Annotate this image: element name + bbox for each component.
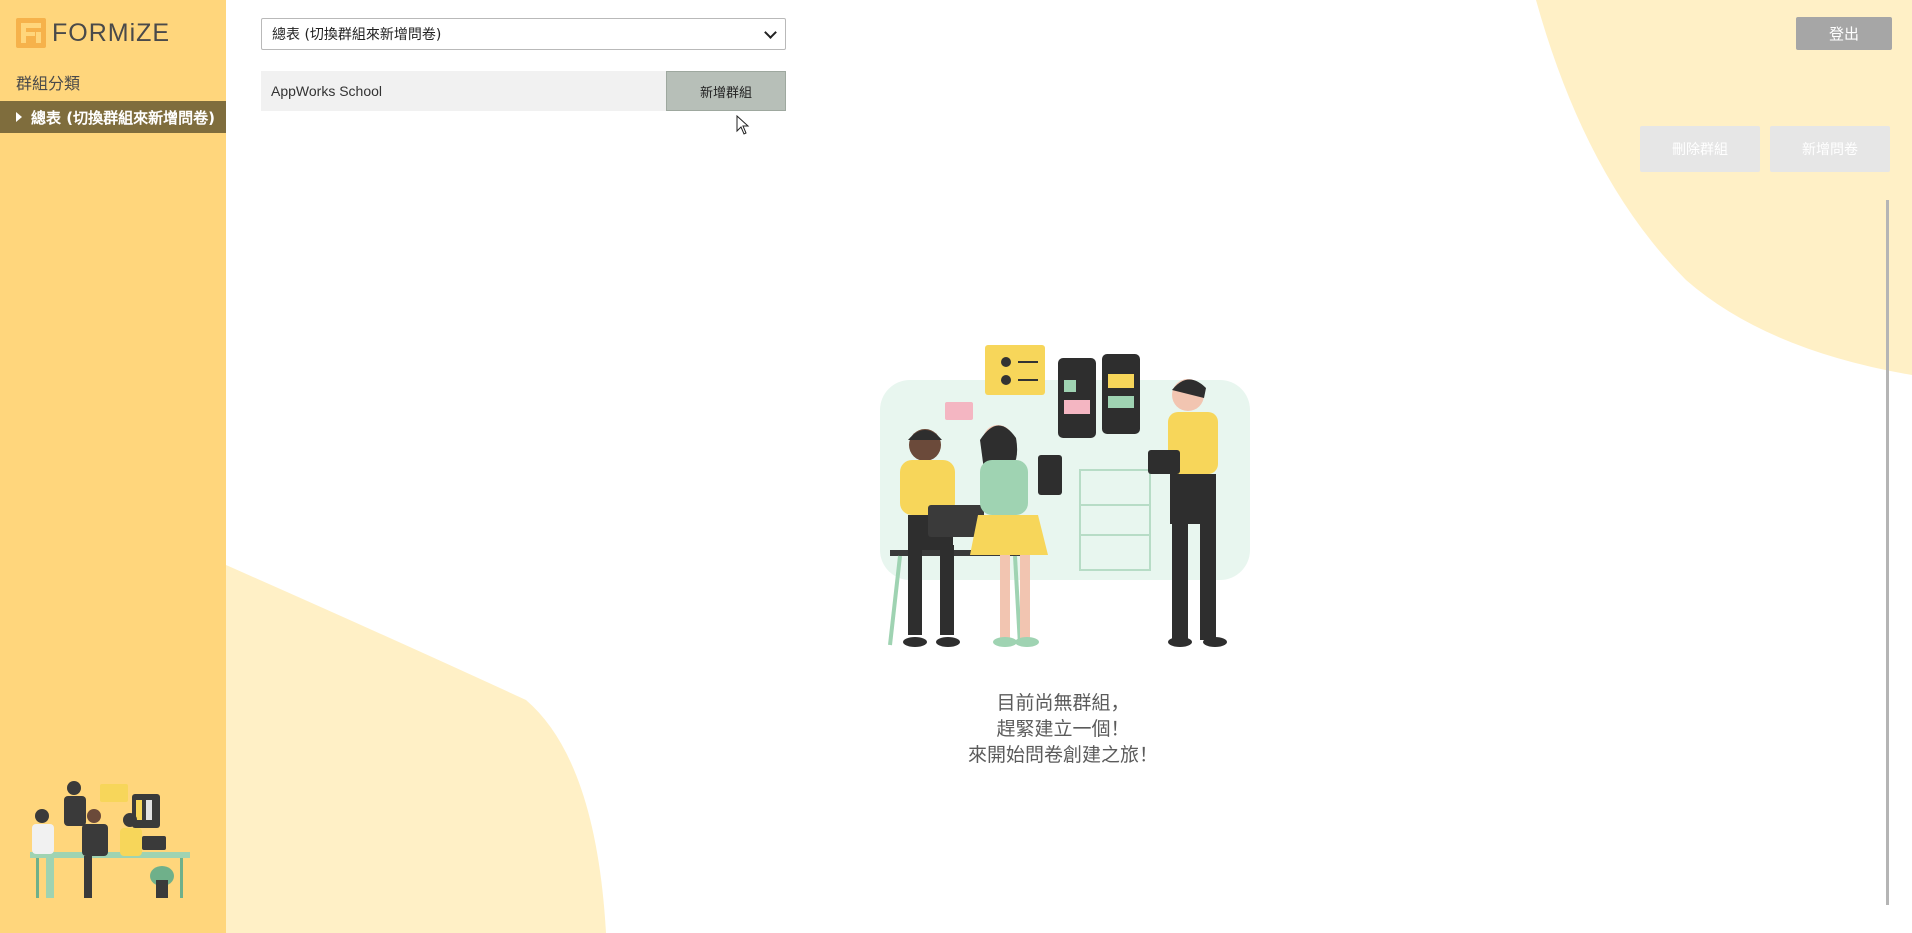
empty-state-message: 目前尚無群組， 趕緊建立一個！ 來開始問卷創建之旅！ [863, 690, 1263, 768]
empty-state-illustration [880, 345, 1250, 647]
sidebar-item-overview[interactable]: 總表 (切換群組來新增問卷) [0, 101, 226, 133]
scrollbar[interactable] [1886, 200, 1889, 905]
logout-button[interactable]: 登出 [1796, 17, 1892, 50]
empty-state-line: 趕緊建立一個！ [996, 718, 1130, 740]
group-select-value: 總表 (切換群組來新增問卷) [272, 27, 442, 43]
formize-logo-icon [16, 18, 46, 48]
empty-state-line: 來開始問卷創建之旅！ [967, 744, 1158, 766]
brand-logo[interactable]: FORMiZE [16, 16, 170, 50]
team-illustration [30, 781, 190, 898]
mouse-cursor-icon [736, 115, 750, 135]
add-group-button[interactable]: 新增群組 [666, 71, 786, 111]
brand-name: FORMiZE [52, 18, 171, 47]
empty-state-line: 目前尚無群組， [996, 692, 1130, 714]
caret-right-icon [16, 112, 22, 122]
sidebar-item-label: 總表 (切換群組來新增問卷) [31, 108, 215, 127]
sidebar: FORMiZE 群組分類 總表 (切換群組來新增問卷) [0, 0, 226, 933]
delete-group-button[interactable]: 刪除群組 [1640, 126, 1760, 172]
chevron-down-icon [764, 25, 777, 39]
new-form-button[interactable]: 新增問卷 [1770, 126, 1890, 172]
group-select[interactable]: 總表 (切換群組來新增問卷) [261, 18, 786, 50]
sidebar-heading: 群組分類 [16, 74, 81, 93]
new-group-input[interactable]: AppWorks School [261, 71, 666, 111]
